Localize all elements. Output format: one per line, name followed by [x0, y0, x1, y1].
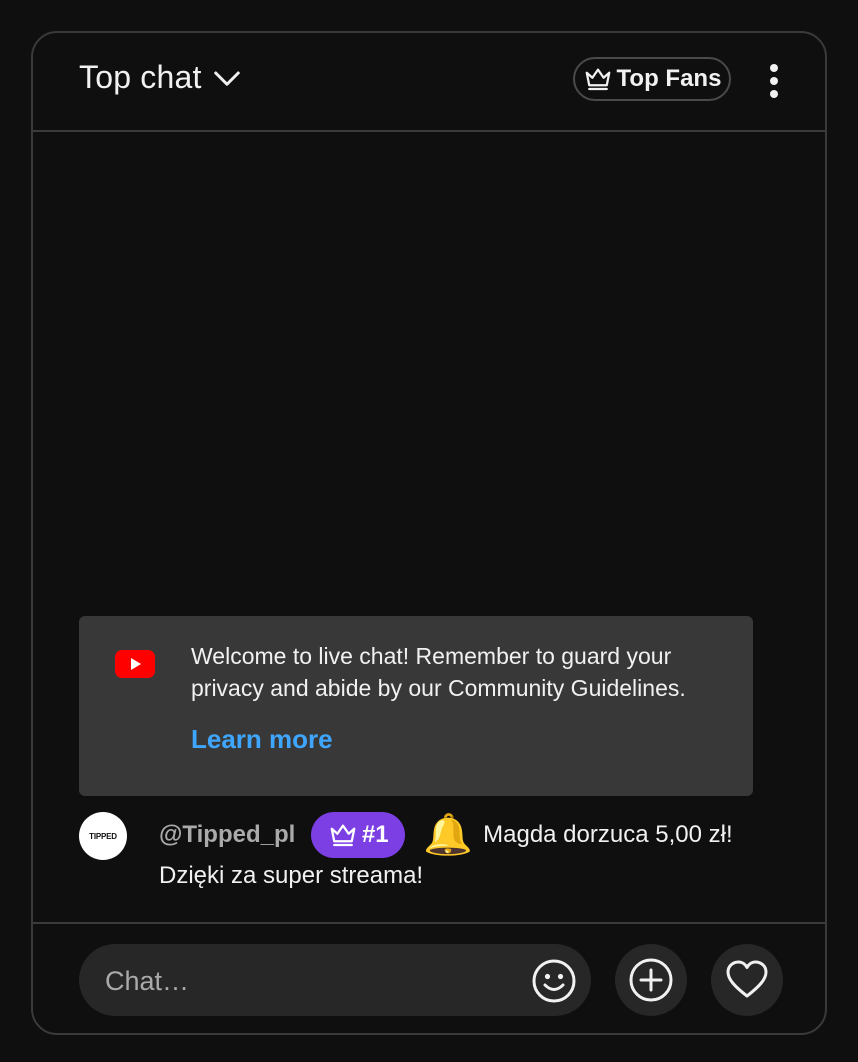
emoji-icon[interactable]	[531, 958, 577, 1004]
chat-input-container	[79, 944, 591, 1016]
message-header: @Tipped_pl #1 🔔 Magda dorzuca 5,00 zł!	[159, 812, 733, 858]
chat-input[interactable]	[103, 958, 507, 1004]
add-button[interactable]	[615, 944, 687, 1016]
top-fans-label: Top Fans	[616, 65, 722, 92]
chat-mode-selector[interactable]: Top chat	[79, 59, 242, 96]
bell-icon: 🔔	[423, 813, 474, 857]
crown-icon	[585, 68, 610, 91]
welcome-banner: Welcome to live chat! Remember to guard …	[79, 616, 753, 796]
live-chat-panel: Top chat Top Fans Welcome to live chat!	[31, 31, 827, 1035]
chat-mode-label: Top chat	[79, 59, 202, 95]
avatar[interactable]: TIPPED	[79, 812, 127, 860]
crown-icon	[330, 824, 356, 847]
avatar-text: TIPPED	[89, 831, 117, 841]
more-vert-icon[interactable]	[759, 63, 789, 99]
heart-button[interactable]	[711, 944, 783, 1016]
learn-more-link[interactable]: Learn more	[191, 724, 333, 755]
rank-badge: #1	[311, 812, 406, 858]
add-circle-icon	[629, 958, 673, 1002]
chevron-down-icon	[213, 71, 240, 86]
welcome-text: Welcome to live chat! Remember to guard …	[191, 643, 686, 701]
message-text: Magda dorzuca 5,00 zł!	[483, 821, 733, 848]
rank-text: #1	[361, 821, 389, 848]
youtube-logo-icon	[115, 650, 155, 678]
chat-messages: Welcome to live chat! Remember to guard …	[33, 132, 825, 922]
top-fans-button[interactable]: Top Fans	[573, 57, 731, 101]
message-text-continued: Dzięki za super streama!	[159, 862, 424, 889]
heart-icon	[726, 960, 768, 998]
chat-composer	[33, 922, 825, 1033]
chat-header: Top chat Top Fans	[33, 33, 825, 132]
author-name[interactable]: @Tipped_pl	[159, 821, 295, 849]
